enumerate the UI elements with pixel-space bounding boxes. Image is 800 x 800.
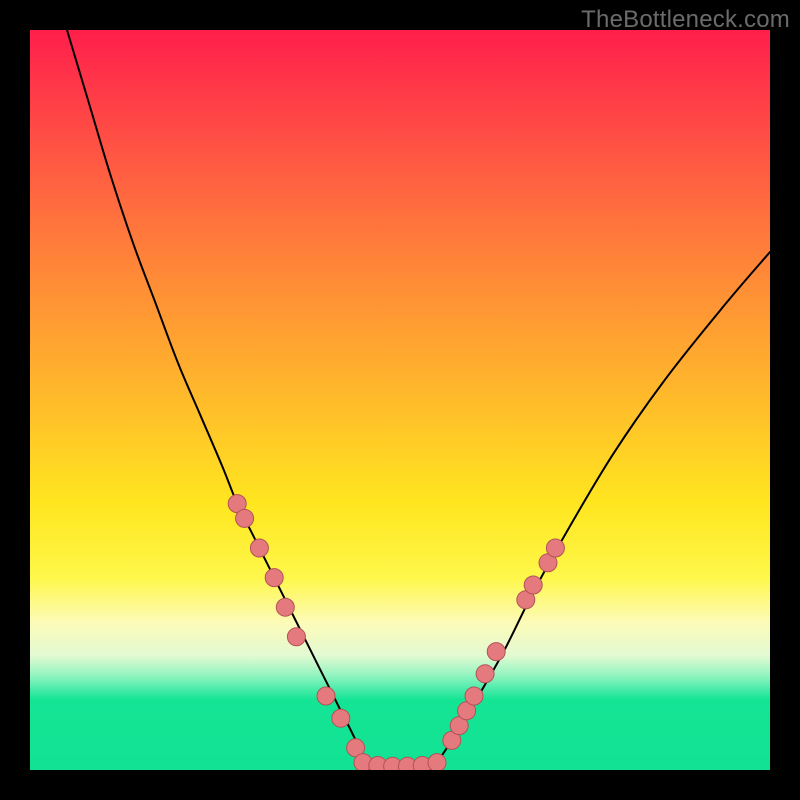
data-dot-left [265,569,283,587]
chart-frame: TheBottleneck.com [0,0,800,800]
data-dot-right [546,539,564,557]
data-dot-bottom [428,754,446,770]
curves-group [67,30,770,767]
data-dot-right [524,576,542,594]
data-dot-right [465,687,483,705]
data-dot-left [287,628,305,646]
bottleneck-curve [67,30,770,767]
plot-area [30,30,770,770]
data-dot-left [276,598,294,616]
data-dot-left [236,509,254,527]
data-dot-right [487,643,505,661]
data-dot-right [476,665,494,683]
data-dot-left [332,709,350,727]
bottleneck-chart [30,30,770,770]
data-dot-left [317,687,335,705]
data-dot-left [250,539,268,557]
